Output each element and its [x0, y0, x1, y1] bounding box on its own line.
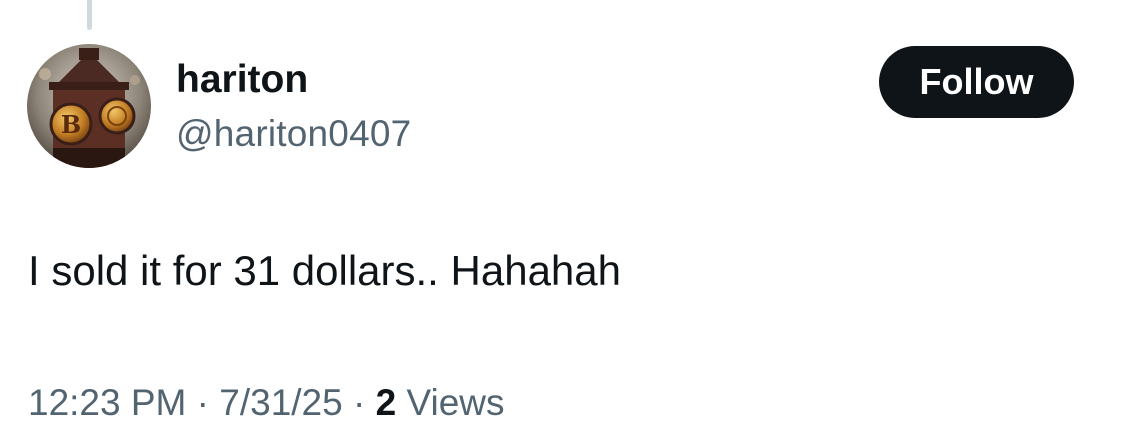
tweet-text: I sold it for 31 dollars.. Hahahah — [28, 247, 622, 294]
tweet-meta: 12:23 PM · 7/31/25 · 2 Views — [28, 381, 505, 425]
author-info: hariton @hariton0407 — [176, 58, 411, 156]
avatar[interactable]: B — [27, 44, 151, 168]
views-count[interactable]: 2 — [376, 382, 397, 423]
svg-text:B: B — [61, 110, 81, 139]
author-display-name[interactable]: hariton — [176, 58, 308, 102]
tweet-time[interactable]: 12:23 PM — [28, 382, 186, 423]
follow-button[interactable]: Follow — [879, 46, 1074, 118]
thread-connector-line — [87, 0, 92, 30]
meta-separator: · — [353, 382, 366, 423]
tweet-date[interactable]: 7/31/25 — [219, 382, 342, 423]
author-handle[interactable]: @hariton0407 — [176, 112, 411, 156]
meta-separator: · — [196, 382, 209, 423]
views-label[interactable]: Views — [406, 382, 504, 423]
avatar-image: B — [27, 44, 151, 168]
